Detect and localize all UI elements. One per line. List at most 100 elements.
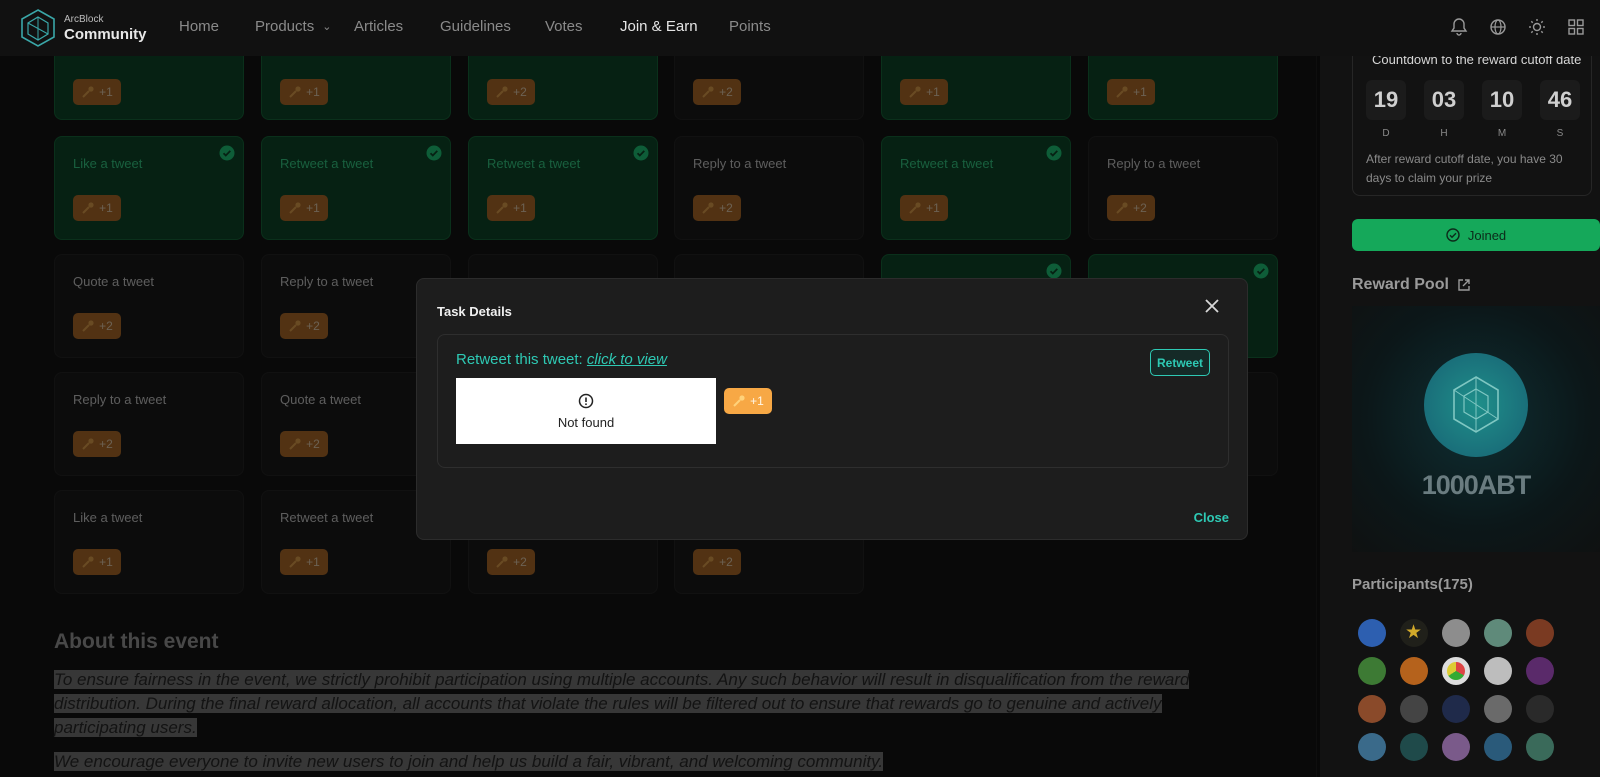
avatar[interactable]: [1484, 695, 1512, 723]
avatar[interactable]: [1400, 695, 1428, 723]
points-value: +1: [306, 85, 320, 99]
joined-button[interactable]: Joined: [1352, 219, 1600, 251]
alert-circle-icon: [578, 393, 594, 408]
task-card[interactable]: Retweet a tweet +1: [261, 136, 451, 240]
avatar[interactable]: [1526, 695, 1554, 723]
points-badge: +1: [900, 195, 948, 221]
points-badge: +2: [73, 313, 121, 339]
avatar[interactable]: ★: [1400, 619, 1428, 647]
check-circle-icon: [1446, 228, 1460, 242]
not-found-text: Not found: [557, 414, 615, 430]
key-icon: [702, 86, 714, 98]
task-card[interactable]: +1: [1088, 48, 1278, 120]
external-link-icon: [1458, 279, 1470, 291]
task-card[interactable]: Quote a tweet +2: [54, 254, 244, 358]
points-value: +1: [99, 85, 113, 99]
points-badge: +2: [693, 195, 741, 221]
main-nav: Home Products ⌄ Articles Guidelines Votes…: [179, 18, 789, 35]
points-value: +1: [306, 201, 320, 215]
task-label: Reply to a tweet: [280, 274, 374, 289]
avatar[interactable]: [1358, 657, 1386, 685]
click-to-view-link[interactable]: click to view: [587, 351, 667, 368]
brand-name: Community: [64, 25, 147, 43]
points-badge: +1: [487, 195, 535, 221]
task-card[interactable]: Retweet a tweet +1: [881, 136, 1071, 240]
close-icon[interactable]: [1203, 297, 1221, 315]
task-card[interactable]: Like a tweet +1: [54, 490, 244, 594]
points-badge: +1: [73, 79, 121, 105]
countdown-second-label: S: [1556, 128, 1564, 139]
points-badge: +2: [280, 431, 328, 457]
close-button[interactable]: Close: [1194, 510, 1229, 525]
avatar[interactable]: [1358, 619, 1386, 647]
about-line: We encourage everyone to invite new user…: [54, 752, 884, 771]
arcblock-logo[interactable]: ArcBlock Community: [20, 8, 147, 48]
points-value: +2: [513, 85, 527, 99]
avatar[interactable]: [1358, 695, 1386, 723]
nav-votes[interactable]: Votes: [545, 18, 620, 35]
nav-guidelines[interactable]: Guidelines: [440, 18, 545, 35]
task-card[interactable]: +2: [468, 48, 658, 120]
task-label: Quote a tweet: [73, 274, 154, 289]
avatar[interactable]: [1442, 619, 1470, 647]
reward-pool-title[interactable]: Reward Pool: [1352, 276, 1471, 294]
sun-icon[interactable]: [1527, 17, 1547, 37]
points-value: +2: [1133, 201, 1147, 215]
globe-icon[interactable]: [1488, 17, 1508, 37]
avatar[interactable]: [1442, 657, 1470, 685]
avatar[interactable]: [1526, 657, 1554, 685]
avatar[interactable]: [1400, 657, 1428, 685]
task-label: Like a tweet: [73, 510, 143, 525]
avatar[interactable]: [1484, 733, 1512, 761]
nav-join-earn[interactable]: Join & Earn: [620, 18, 729, 35]
avatar[interactable]: [1442, 695, 1470, 723]
key-icon: [496, 86, 508, 98]
page: ArcBlock Community Home Products ⌄ Articl…: [0, 0, 1600, 777]
points-badge: +2: [280, 313, 328, 339]
avatar[interactable]: [1358, 733, 1386, 761]
task-card[interactable]: +1: [261, 48, 451, 120]
avatar[interactable]: [1442, 733, 1470, 761]
check-circle-icon: [219, 145, 235, 161]
task-card[interactable]: Reply to a tweet +2: [1088, 136, 1278, 240]
task-label: Like a tweet: [73, 156, 143, 171]
avatar[interactable]: [1484, 619, 1512, 647]
star-icon: ★: [1405, 622, 1423, 643]
points-value: +1: [1133, 85, 1147, 99]
apps-icon[interactable]: [1566, 17, 1586, 37]
points-value: +2: [306, 319, 320, 333]
points-badge: +2: [1107, 195, 1155, 221]
key-icon: [909, 202, 921, 214]
key-icon: [496, 202, 508, 214]
bell-icon[interactable]: [1449, 17, 1469, 37]
avatar[interactable]: [1526, 733, 1554, 761]
nav-points[interactable]: Points: [729, 18, 789, 35]
points-value: +2: [719, 555, 733, 569]
avatar[interactable]: [1400, 733, 1428, 761]
task-label: Retweet a tweet: [280, 156, 374, 171]
reward-pool-label: Reward Pool: [1352, 276, 1449, 293]
nav-products[interactable]: Products ⌄: [255, 18, 354, 35]
key-icon: [289, 556, 301, 568]
avatar[interactable]: [1484, 657, 1512, 685]
nav-articles[interactable]: Articles: [354, 18, 440, 35]
task-card[interactable]: Like a tweet +1: [54, 136, 244, 240]
avatar[interactable]: [1526, 619, 1554, 647]
key-icon: [702, 556, 714, 568]
task-card[interactable]: +2: [674, 48, 864, 120]
points-value: +1: [513, 201, 527, 215]
task-card[interactable]: Reply to a tweet +2: [54, 372, 244, 476]
points-badge: +2: [693, 79, 741, 105]
countdown-minute-label: M: [1497, 128, 1507, 139]
task-card[interactable]: Reply to a tweet +2: [674, 136, 864, 240]
task-card[interactable]: +1: [54, 48, 244, 120]
modal-title: Task Details: [437, 304, 512, 319]
retweet-button[interactable]: Retweet: [1150, 349, 1210, 376]
nav-home[interactable]: Home: [179, 18, 255, 35]
task-card[interactable]: +1: [881, 48, 1071, 120]
about-line: distribution. During the final reward al…: [54, 694, 1162, 713]
task-card[interactable]: Retweet a tweet +1: [468, 136, 658, 240]
key-icon: [82, 556, 94, 568]
task-label: Retweet a tweet: [487, 156, 581, 171]
countdown-seconds: 46: [1540, 80, 1580, 120]
